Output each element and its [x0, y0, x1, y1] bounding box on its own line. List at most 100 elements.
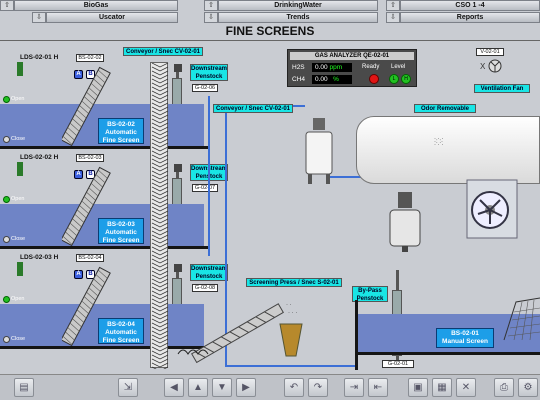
vent-tag: V-02-01 [476, 48, 504, 56]
lds-label: LDS-02-02 H [20, 154, 59, 161]
level-sensor-icon [17, 262, 23, 276]
chemical-tank-icon [388, 192, 422, 252]
screen-tag: BS-02-04 [76, 254, 104, 262]
pipe [208, 96, 210, 256]
penstock-actuator-icon [174, 164, 182, 172]
ch4-value: 0.00 % [312, 75, 352, 84]
save-icon[interactable]: ▦ [432, 378, 452, 397]
nav-arrow-icon[interactable]: ⇧ [386, 0, 400, 11]
nav-row-1: ⇧ BioGas ⇧ DrinkingWater ⇧ CSO 1 -4 [0, 0, 540, 11]
nav-drinkingwater[interactable]: DrinkingWater [218, 0, 378, 11]
penstock-tag: G-02-06 [192, 84, 218, 92]
open-status-icon [3, 296, 10, 303]
forward-icon[interactable]: ⇥ [344, 378, 364, 397]
nav-arrow-icon[interactable]: ⇧ [0, 0, 14, 11]
ready-status-icon [369, 74, 379, 84]
manual-screen-rack-icon [502, 296, 540, 342]
nav-arrow-down-icon[interactable]: ⇩ [32, 12, 46, 23]
nav-arrow-down-icon[interactable]: ⇩ [386, 12, 400, 23]
back-icon[interactable]: ⇤ [368, 378, 388, 397]
ch4-label: CH4 [292, 76, 306, 83]
open-label: Open [11, 296, 25, 302]
penstock-actuator-icon [174, 64, 182, 72]
penstock-actuator-icon [174, 264, 182, 272]
svg-text:· · ·: · · · [288, 310, 297, 316]
penstock-label: DownstreamPenstock [190, 264, 228, 281]
level-l-icon: L [389, 74, 399, 84]
nav-arrow-icon[interactable]: ⇧ [204, 0, 218, 11]
channel-floor [0, 146, 150, 149]
nav-up-icon[interactable]: ▲ [188, 378, 208, 397]
vertical-conveyor [150, 62, 169, 376]
nav-reports[interactable]: Reports [400, 12, 540, 23]
channel-2: LDS-02-02 H BS-02-03 A B Open Close BS-0… [0, 152, 150, 252]
gas-analyzer-title: GAS ANALYZER QE-02-01 [290, 52, 414, 60]
nav-left-icon[interactable]: ◀ [164, 378, 184, 397]
vent-fan-icon[interactable]: X [478, 58, 504, 74]
close-label: Close [11, 236, 26, 242]
close-label: Close [11, 136, 26, 142]
vent-label: Ventilation Fan [474, 84, 530, 93]
analyzer-vessel-icon [304, 118, 334, 184]
conveyor-chevron-icon [151, 62, 169, 376]
screening-press-icon: · · · · · [168, 294, 308, 366]
nav-uscator[interactable]: Uscator [46, 12, 178, 23]
channel-1: LDS-02-01 H BS-02-02 A B Open Close BS-0… [0, 52, 150, 152]
h2s-label: H2S [292, 64, 305, 71]
print-icon[interactable]: ⎙ [494, 378, 514, 397]
nav-arrow-down-icon[interactable]: ⇩ [204, 12, 218, 23]
manual-screen-label: BS-02-01 Manual Screen [436, 328, 494, 348]
level-h-icon: H [401, 74, 411, 84]
nav-biogas[interactable]: BioGas [14, 0, 178, 11]
outlet-floor [168, 146, 208, 149]
nav-row-2: ⇩ Uscator ⇩ Trends ⇩ Reports [0, 12, 540, 23]
undo-icon[interactable]: ↶ [284, 378, 304, 397]
export-icon[interactable]: ⇲ [118, 378, 138, 397]
open-label: Open [11, 196, 25, 202]
channel-3: LDS-02-03 H BS-02-04 A B Open Close BS-0… [0, 252, 150, 352]
svg-text:· ·: · · [286, 302, 292, 308]
close-status-icon [3, 136, 10, 143]
outlet-water [168, 204, 204, 246]
odor-label: Odor Removable [414, 104, 476, 113]
lds-label: LDS-02-01 H [20, 54, 59, 61]
close-status-icon [3, 236, 10, 243]
penstock-label: DownstreamPenstock [190, 64, 228, 81]
delete-icon[interactable]: ✕ [456, 378, 476, 397]
outlet-water [168, 104, 204, 146]
screen-tag: BS-02-02 [76, 54, 104, 62]
penstock-tag: G-02-08 [192, 284, 218, 292]
bypass-tag: G-02-01 [382, 360, 414, 368]
screen-tag: BS-02-03 [76, 154, 104, 162]
level-label: Level [391, 64, 406, 70]
odor-spray-icon: · · · ·: :· · · · [434, 136, 444, 148]
close-status-icon [3, 336, 10, 343]
ready-label: Ready [362, 64, 380, 70]
screening-press-label: Screening Press / Snec S-02-01 [246, 278, 342, 287]
odor-tank [356, 116, 540, 184]
conveyor-mid-label: Conveyor / Snec CV-02-01 [213, 104, 293, 113]
blower-icon [462, 178, 522, 240]
close-label: Close [11, 336, 26, 342]
redo-icon[interactable]: ↷ [308, 378, 328, 397]
outlet-floor [168, 246, 208, 249]
nav-right-icon[interactable]: ▶ [236, 378, 256, 397]
nav-cso[interactable]: CSO 1 -4 [400, 0, 540, 11]
penstock-tag: G-02-07 [192, 184, 218, 192]
open-status-icon [3, 96, 10, 103]
channel-floor [0, 246, 150, 249]
channel-floor [355, 352, 540, 355]
svg-text:X: X [480, 62, 486, 71]
settings-icon[interactable]: ⚙ [518, 378, 538, 397]
page-title: FINE SCREENS [225, 24, 315, 38]
nav-down-icon[interactable]: ▼ [212, 378, 232, 397]
channel-floor [0, 346, 150, 349]
divider [0, 40, 540, 41]
window-icon[interactable]: ▣ [408, 378, 428, 397]
nav-trends[interactable]: Trends [218, 12, 378, 23]
open-label: Open [11, 96, 25, 102]
h2s-value: 0.00 ppm [312, 63, 352, 72]
level-sensor-icon [17, 162, 23, 176]
report-icon[interactable]: ▤ [14, 378, 34, 397]
open-status-icon [3, 196, 10, 203]
